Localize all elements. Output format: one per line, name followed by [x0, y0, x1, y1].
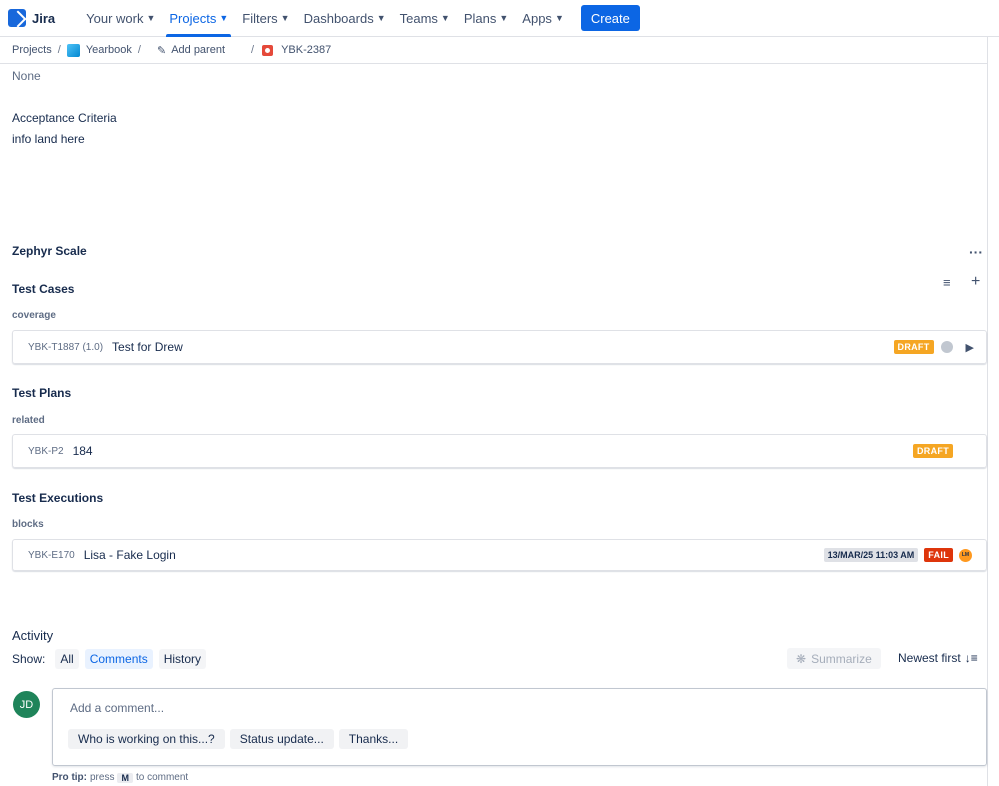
- test-case-name[interactable]: Test for Drew: [112, 340, 183, 354]
- test-cases-title: Test Cases: [12, 282, 75, 296]
- test-case-key[interactable]: YBK-T1887 (1.0): [28, 342, 103, 353]
- nav-label: Apps: [522, 10, 552, 26]
- show-label: Show:: [12, 652, 46, 666]
- suggestion-thanks[interactable]: Thanks...: [338, 729, 409, 749]
- chevron-down-icon: ▼: [499, 13, 509, 23]
- acceptance-criteria-label: Acceptance Criteria: [12, 111, 117, 125]
- logo-text: Jira: [32, 10, 56, 26]
- breadcrumb-project[interactable]: Yearbook: [86, 44, 132, 56]
- status-badge: DRAFT: [913, 444, 953, 458]
- relation-label-blocks: blocks: [12, 519, 44, 530]
- chevron-down-icon: ▼: [219, 13, 229, 23]
- acceptance-criteria-value[interactable]: info land here: [12, 132, 85, 146]
- card-actions: DRAFT ▶: [893, 340, 974, 354]
- bug-icon: [262, 44, 274, 56]
- status-badge: FAIL: [924, 548, 953, 562]
- jira-logo[interactable]: Jira: [8, 9, 55, 27]
- field-value-none[interactable]: None: [12, 69, 41, 83]
- chevron-down-icon: ▼: [440, 13, 450, 23]
- pro-tip: Pro tip: press M to comment: [52, 772, 188, 783]
- nav-apps[interactable]: Apps ▼: [515, 0, 571, 37]
- sparkle-icon: ❋: [796, 651, 807, 666]
- test-execution-key[interactable]: YBK-E170: [28, 550, 75, 561]
- comment-suggestions: Who is working on this...? Status update…: [68, 729, 409, 749]
- breadcrumb-separator: /: [137, 44, 141, 56]
- nav-label: Plans: [463, 10, 497, 26]
- unassigned-avatar: [940, 341, 953, 353]
- test-execution-name[interactable]: Lisa - Fake Login: [84, 548, 176, 562]
- chevron-down-icon: ▼: [376, 13, 386, 23]
- test-case-card[interactable]: YBK-T1887 (1.0) Test for Drew DRAFT ▶: [12, 330, 987, 364]
- card-actions: DRAFT: [913, 444, 953, 458]
- test-execution-card[interactable]: YBK-E170 Lisa - Fake Login 13/MAR/25 11:…: [12, 539, 987, 571]
- pro-tip-suffix: to comment: [135, 772, 189, 783]
- nav-dashboards[interactable]: Dashboards ▼: [297, 0, 393, 37]
- chevron-down-icon: ▼: [554, 13, 564, 23]
- pencil-icon: ✎: [156, 44, 167, 57]
- relation-label-coverage: coverage: [12, 310, 56, 321]
- nav-menu: Your work ▼ Projects ▼ Filters ▼ Dashboards…: [79, 0, 571, 37]
- project-avatar-icon: [66, 43, 80, 57]
- nav-plans[interactable]: Plans ▼: [457, 0, 515, 37]
- pro-tip-label: Pro tip:: [52, 772, 87, 783]
- zephyr-scale-title: Zephyr Scale: [12, 244, 87, 258]
- relation-label-related: related: [12, 415, 45, 426]
- summarize-label: Summarize: [811, 651, 872, 666]
- divider: [0, 63, 987, 64]
- comment-placeholder: Add a comment...: [70, 701, 165, 715]
- keyboard-shortcut-key: M: [117, 772, 133, 783]
- breadcrumb-issue-key[interactable]: YBK-2387: [281, 44, 331, 56]
- breadcrumb: Projects / Yearbook / ✎ Add parent / YBK…: [12, 42, 331, 58]
- sort-descending-icon: ↓≡: [964, 651, 978, 665]
- avatar[interactable]: LM: [959, 548, 972, 562]
- test-executions-title: Test Executions: [12, 491, 104, 505]
- chevron-down-icon: ▼: [280, 13, 290, 23]
- breadcrumb-separator: /: [251, 44, 255, 56]
- pro-tip-press: press: [90, 772, 115, 783]
- filter-all[interactable]: All: [55, 649, 79, 669]
- nav-label: Teams: [399, 10, 438, 26]
- add-icon[interactable]: +: [971, 273, 980, 291]
- activity-filter-row: Show: All Comments History: [12, 649, 207, 669]
- suggestion-status-update[interactable]: Status update...: [229, 729, 334, 749]
- jira-logo-icon: [8, 9, 26, 27]
- summarize-button[interactable]: ❋ Summarize: [787, 648, 881, 669]
- test-plan-card[interactable]: YBK-P2 184 DRAFT: [12, 434, 987, 468]
- filter-comments[interactable]: Comments: [84, 649, 153, 669]
- top-navigation: Jira Your work ▼ Projects ▼ Filters ▼ Dashb…: [0, 0, 999, 37]
- nav-filters[interactable]: Filters ▼: [235, 0, 296, 37]
- avatar: JD: [13, 691, 40, 718]
- test-plan-name[interactable]: 184: [73, 444, 93, 458]
- filter-history[interactable]: History: [158, 649, 207, 669]
- create-button[interactable]: Create: [580, 5, 640, 31]
- comment-input[interactable]: Add a comment... Who is working on this.…: [52, 688, 987, 766]
- nav-teams[interactable]: Teams ▼: [393, 0, 457, 37]
- nav-label: Your work: [86, 10, 144, 26]
- play-icon[interactable]: ▶: [966, 341, 974, 354]
- breadcrumb-projects[interactable]: Projects: [12, 44, 52, 56]
- add-parent-link[interactable]: Add parent: [171, 44, 225, 56]
- nav-label: Dashboards: [303, 10, 374, 26]
- execution-date: 13/MAR/25 11:03 AM: [823, 548, 919, 562]
- suggestion-who-is-working[interactable]: Who is working on this...?: [68, 729, 225, 749]
- nav-your-work[interactable]: Your work ▼: [79, 0, 162, 37]
- sort-label: Newest first: [898, 651, 961, 665]
- test-plans-title: Test Plans: [12, 386, 72, 400]
- nav-projects[interactable]: Projects ▼: [162, 0, 235, 37]
- sort-toggle[interactable]: Newest first ↓≡: [898, 651, 978, 665]
- content-border: [987, 37, 988, 786]
- list-icon[interactable]: ≡: [943, 275, 951, 290]
- more-options-icon[interactable]: ···: [969, 244, 983, 260]
- nav-label: Projects: [169, 10, 217, 26]
- chevron-down-icon: ▼: [146, 13, 156, 23]
- card-actions: 13/MAR/25 11:03 AM FAIL LM: [823, 548, 972, 562]
- nav-label: Filters: [242, 10, 278, 26]
- activity-title: Activity: [12, 628, 54, 643]
- test-plan-key[interactable]: YBK-P2: [28, 446, 64, 457]
- breadcrumb-separator: /: [57, 44, 61, 56]
- status-badge: DRAFT: [893, 340, 934, 354]
